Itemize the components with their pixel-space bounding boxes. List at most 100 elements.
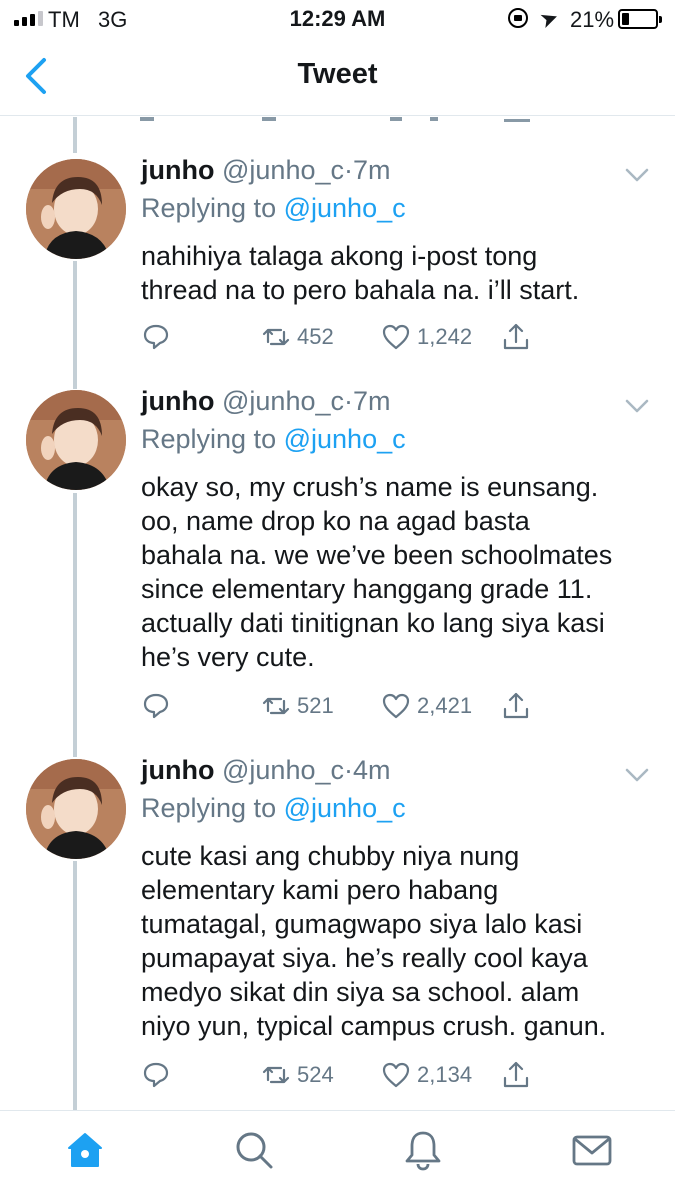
tweet-text-line: elementary kami pero habang — [141, 875, 499, 905]
tab-bar — [0, 1110, 675, 1200]
avatar[interactable] — [26, 390, 126, 490]
tweet-text-line: medyo sikat din siya sa school. alam — [141, 977, 580, 1007]
tweet-text-line: thread na to pero bahala na. i’ll start. — [141, 275, 580, 305]
like-button[interactable]: 2,134 — [381, 1057, 472, 1093]
battery-icon — [618, 9, 662, 29]
retweet-count: 524 — [297, 1062, 334, 1087]
replying-to: Replying to @junho_c — [141, 193, 406, 224]
retweet-count: 521 — [297, 693, 334, 718]
replying-to-handle[interactable]: @junho_c — [284, 793, 406, 823]
share-button[interactable] — [501, 688, 531, 724]
avatar-photo — [26, 390, 126, 490]
retweet-button[interactable]: 452 — [261, 319, 334, 355]
replying-to-label: Replying to — [141, 193, 277, 223]
display-name[interactable]: junho — [141, 386, 214, 416]
heart-icon — [382, 324, 410, 350]
timestamp: 7m — [353, 386, 391, 416]
share-button[interactable] — [501, 319, 531, 355]
retweet-button[interactable]: 524 — [261, 1057, 334, 1093]
thread-connector — [73, 117, 77, 153]
tweet-actions: 521 2,421 — [141, 688, 561, 724]
user-handle[interactable]: @junho_c — [222, 755, 344, 785]
heart-icon — [382, 693, 410, 719]
tweet-text-line: okay so, my crush’s name is eunsang. — [141, 472, 599, 502]
avatar[interactable] — [26, 159, 126, 259]
tweet-text-line: niyo yun, typical campus crush. ganun. — [141, 1011, 607, 1041]
orientation-lock-icon — [508, 8, 528, 28]
chevron-down-icon[interactable] — [624, 765, 650, 785]
tweet-text-line: bahala na. we we’ve been schoolmates — [141, 540, 613, 570]
replying-to-label: Replying to — [141, 424, 277, 454]
replying-to: Replying to @junho_c — [141, 793, 406, 824]
tweet-text: cute kasi ang chubby niya nung elementar… — [141, 839, 661, 1043]
display-name[interactable]: junho — [141, 755, 214, 785]
timestamp: 7m — [353, 155, 391, 185]
reply-button[interactable] — [141, 1057, 171, 1093]
battery-fill — [622, 13, 629, 25]
heart-icon — [382, 1062, 410, 1088]
share-icon — [503, 692, 529, 719]
avatar[interactable] — [26, 759, 126, 859]
search-icon — [236, 1132, 273, 1169]
tab-notifications[interactable] — [402, 1129, 452, 1179]
tweet-text: okay so, my crush’s name is eunsang. oo,… — [141, 470, 661, 674]
retweet-icon — [262, 697, 290, 715]
chevron-down-icon[interactable] — [624, 165, 650, 185]
user-handle[interactable]: @junho_c — [222, 155, 344, 185]
reply-button[interactable] — [141, 688, 171, 724]
avatar-photo — [26, 759, 126, 859]
tweet-text-line: oo, name drop ko na agad basta — [141, 506, 530, 536]
reply-button[interactable] — [141, 319, 171, 355]
retweet-icon — [262, 1066, 290, 1084]
timestamp: 4m — [353, 755, 391, 785]
like-button[interactable]: 1,242 — [381, 319, 472, 355]
like-count: 2,134 — [417, 1062, 473, 1087]
chevron-down-icon[interactable] — [624, 396, 650, 416]
thread-connector — [73, 261, 77, 389]
reply-icon — [143, 324, 169, 350]
retweet-count: 452 — [297, 324, 334, 349]
display-name[interactable]: junho — [141, 155, 214, 185]
thread-connector — [73, 493, 77, 757]
replying-to-label: Replying to — [141, 793, 277, 823]
tweet-text-line: tumatagal, gumagwapo siya lalo kasi — [141, 909, 583, 939]
tweet-text-line: cute kasi ang chubby niya nung — [141, 841, 520, 871]
replying-to: Replying to @junho_c — [141, 424, 406, 455]
messages-icon — [572, 1135, 612, 1166]
share-button[interactable] — [501, 1057, 531, 1093]
status-bar: TM 3G 12:29 AM ➤ 21% — [0, 0, 675, 40]
tweet-header: junho @junho_c·7m — [141, 386, 391, 417]
home-icon — [68, 1133, 102, 1167]
separator-dot: · — [344, 155, 353, 185]
tweet-header: junho @junho_c·7m — [141, 155, 391, 186]
tweet-text-line: since elementary hanggang grade 11. — [141, 574, 593, 604]
reply-icon — [143, 693, 169, 719]
like-button[interactable]: 2,421 — [381, 688, 472, 724]
battery-percent: 21% — [570, 7, 615, 32]
notifications-icon — [405, 1131, 441, 1171]
avatar-photo — [26, 159, 126, 259]
tweet-thread[interactable]: junho @junho_c·7m Replying to @junho_c n… — [0, 117, 675, 1110]
replying-to-handle[interactable]: @junho_c — [284, 424, 406, 454]
user-handle[interactable]: @junho_c — [222, 386, 344, 416]
tab-home[interactable] — [64, 1129, 114, 1179]
previous-tweet-actions-remnant — [140, 117, 530, 122]
tweet-actions: 452 1,242 — [141, 319, 561, 355]
tweet-text-line: he’s very cute. — [141, 642, 315, 672]
tweet-text: nahihiya talaga akong i-post tong thread… — [141, 239, 661, 307]
tab-search[interactable] — [233, 1129, 283, 1179]
reply-icon — [143, 1062, 169, 1088]
separator-dot: · — [344, 755, 353, 785]
retweet-button[interactable]: 521 — [261, 688, 334, 724]
share-icon — [503, 1061, 529, 1088]
tweet-text-line: pumapayat siya. he’s really cool kaya — [141, 943, 588, 973]
like-count: 2,421 — [417, 693, 473, 718]
tweet-text-line: actually dati tinitignan ko lang siya ka… — [141, 608, 605, 638]
page-title: Tweet — [297, 58, 378, 90]
tweet-header: junho @junho_c·4m — [141, 755, 391, 786]
tweet-actions: 524 2,134 — [141, 1057, 561, 1093]
replying-to-handle[interactable]: @junho_c — [284, 193, 406, 223]
tab-messages[interactable] — [571, 1129, 621, 1179]
thread-connector — [73, 861, 77, 1110]
nav-bar: Tweet — [0, 40, 675, 116]
